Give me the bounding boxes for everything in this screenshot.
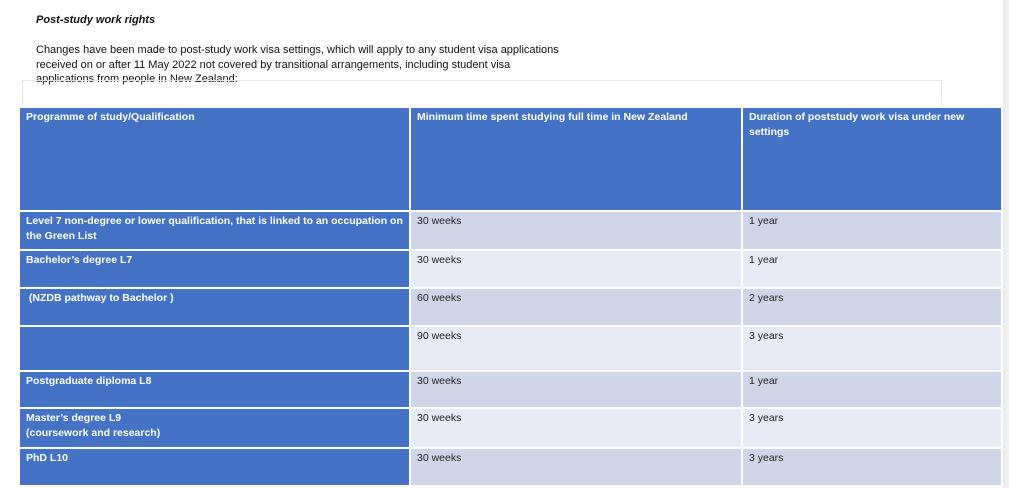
table-header-row: Programme of study/Qualification Minimum… xyxy=(18,106,1003,212)
column-header-qualification: Programme of study/Qualification xyxy=(18,106,411,212)
min-time-cell: 30 weeks xyxy=(409,447,743,487)
qualification-line: Master’s degree L9 xyxy=(26,412,122,424)
min-time-cell: 30 weeks xyxy=(409,407,743,449)
duration-cell: 1 year xyxy=(741,210,1003,251)
column-header-min-time: Minimum time spent studying full time in… xyxy=(409,106,743,212)
table-row: Bachelor’s degree L7 30 weeks 1 year xyxy=(18,249,1003,289)
qualification-cell: PhD L10 xyxy=(18,447,411,487)
qualification-cell: Master’s degree L9 (coursework and resea… xyxy=(18,407,411,449)
page-edge xyxy=(1003,0,1009,488)
table-row: Postgraduate diploma L8 30 weeks 1 year xyxy=(18,370,1003,409)
table-row: PhD L10 30 weeks 3 years xyxy=(18,447,1003,487)
intro-line: received on or after 11 May 2022 not cov… xyxy=(36,58,511,71)
text-box-outline xyxy=(22,80,942,106)
duration-cell: 3 years xyxy=(741,447,1003,487)
post-study-work-table: Programme of study/Qualification Minimum… xyxy=(18,106,1003,487)
duration-cell: 1 year xyxy=(741,249,1003,289)
duration-cell: 3 years xyxy=(741,325,1003,372)
min-time-cell: 60 weeks xyxy=(409,287,743,327)
min-time-cell: 90 weeks xyxy=(409,325,743,372)
qualification-cell: Bachelor’s degree L7 xyxy=(18,249,411,289)
column-header-duration: Duration of poststudy work visa under ne… xyxy=(741,106,1003,212)
qualification-cell xyxy=(18,325,411,372)
qualification-cell: Postgraduate diploma L8 xyxy=(18,370,411,409)
min-time-cell: 30 weeks xyxy=(409,249,743,289)
duration-cell: 3 years xyxy=(741,407,1003,449)
min-time-cell: 30 weeks xyxy=(409,210,743,251)
table-row: (NZDB pathway to Bachelor ) 60 weeks 2 y… xyxy=(18,287,1003,327)
qualification-cell: (NZDB pathway to Bachelor ) xyxy=(18,287,411,327)
table-row: 90 weeks 3 years xyxy=(18,325,1003,372)
table-row: Level 7 non-degree or lower qualificatio… xyxy=(18,210,1003,251)
intro-line: Changes have been made to post-study wor… xyxy=(36,44,559,56)
duration-cell: 1 year xyxy=(741,370,1003,409)
duration-cell: 2 years xyxy=(741,287,1003,327)
qualification-cell: Level 7 non-degree or lower qualificatio… xyxy=(18,210,411,251)
qualification-line: (coursework and research) xyxy=(26,427,161,439)
min-time-cell: 30 weeks xyxy=(409,370,743,409)
section-heading: Post-study work rights xyxy=(36,14,156,26)
table-row: Master’s degree L9 (coursework and resea… xyxy=(18,407,1003,449)
